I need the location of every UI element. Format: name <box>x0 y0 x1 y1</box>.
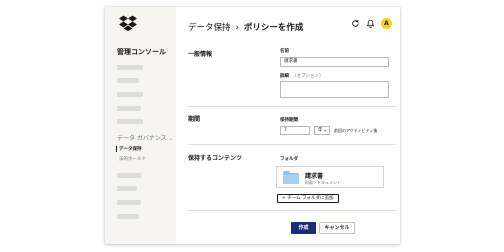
folder-icon <box>283 171 299 184</box>
add-team-folder-label: チーム フォルダに追加 <box>287 196 334 201</box>
sidebar-placeholder <box>117 106 141 111</box>
breadcrumb-parent[interactable]: データ保持 <box>188 23 231 33</box>
unit-select[interactable]: 年 ▾ <box>314 126 330 135</box>
folder-name: 請求書 <box>305 173 324 180</box>
add-team-folder-button[interactable]: + チーム フォルダに追加 <box>277 194 339 203</box>
breadcrumb: データ保持 › ポリシーを作成 <box>188 21 303 33</box>
sidebar: 管理コンソール データ ガバナンス ⌄ データ保持 法的ホールド <box>105 7 176 244</box>
avatar[interactable]: A <box>381 18 392 29</box>
section-title-period: 期間 <box>188 116 201 123</box>
sidebar-placeholder <box>117 186 137 191</box>
sidebar-placeholder <box>117 214 139 219</box>
sidebar-item-data-retention[interactable]: データ保持 <box>116 146 142 152</box>
dropbox-logo-icon[interactable] <box>119 15 137 31</box>
plus-icon: + <box>282 196 286 201</box>
sidebar-placeholder <box>117 173 141 178</box>
name-field[interactable]: 請求書 <box>280 57 389 67</box>
sidebar-placeholder <box>117 78 139 83</box>
header-actions: A <box>351 18 392 29</box>
details-label-text: 詳細 <box>280 74 289 79</box>
section-divider <box>188 106 396 107</box>
main-content: データ保持 › ポリシーを作成 A 一般情報 名前 請求書 詳細 （オプション） 期間… <box>176 7 400 244</box>
retention-label: 保持期間 <box>280 118 298 123</box>
chevron-down-icon: ⌄ <box>168 136 173 142</box>
section-title-content: 保持するコンテンツ <box>188 155 243 162</box>
unit-select-value: 年 <box>318 128 323 133</box>
sidebar-placeholder <box>117 200 141 205</box>
section-title-general: 一般情報 <box>188 51 213 58</box>
create-button[interactable]: 作成 <box>291 222 316 234</box>
page-title: ポリシーを作成 <box>243 23 304 33</box>
name-label: 名前 <box>280 49 289 54</box>
sidebar-group-label: データ ガバナンス <box>117 135 167 142</box>
breadcrumb-separator: › <box>235 23 239 33</box>
details-label: 詳細 （オプション） <box>280 73 324 79</box>
chevron-down-icon: ▾ <box>323 128 326 133</box>
section-divider <box>188 144 396 145</box>
details-field[interactable] <box>280 81 389 98</box>
retention-value-field[interactable]: 7 <box>280 126 310 135</box>
bell-icon[interactable] <box>366 19 375 28</box>
cancel-button[interactable]: キャンセル <box>319 222 355 234</box>
sidebar-title: 管理コンソール <box>117 48 166 56</box>
section-divider <box>188 210 396 211</box>
admin-console-window: 管理コンソール データ ガバナンス ⌄ データ保持 法的ホールド データ保持 › ポリ… <box>105 7 400 244</box>
folder-label: フォルダ <box>280 157 298 162</box>
sidebar-placeholder <box>117 92 143 97</box>
folder-card[interactable]: 請求書 財務 › ドキュメント <box>276 166 384 188</box>
retention-note: 前回のアクティビティ後 <box>334 128 378 133</box>
folder-path: 財務 › ドキュメント <box>305 180 342 185</box>
details-optional-text: （オプション） <box>292 74 324 79</box>
sidebar-placeholder <box>117 65 143 70</box>
sidebar-item-legal-hold[interactable]: 法的ホールド <box>119 156 146 162</box>
sidebar-placeholder <box>117 119 143 124</box>
refresh-icon[interactable] <box>351 19 360 28</box>
sidebar-group-data-governance[interactable]: データ ガバナンス ⌄ <box>117 133 173 142</box>
